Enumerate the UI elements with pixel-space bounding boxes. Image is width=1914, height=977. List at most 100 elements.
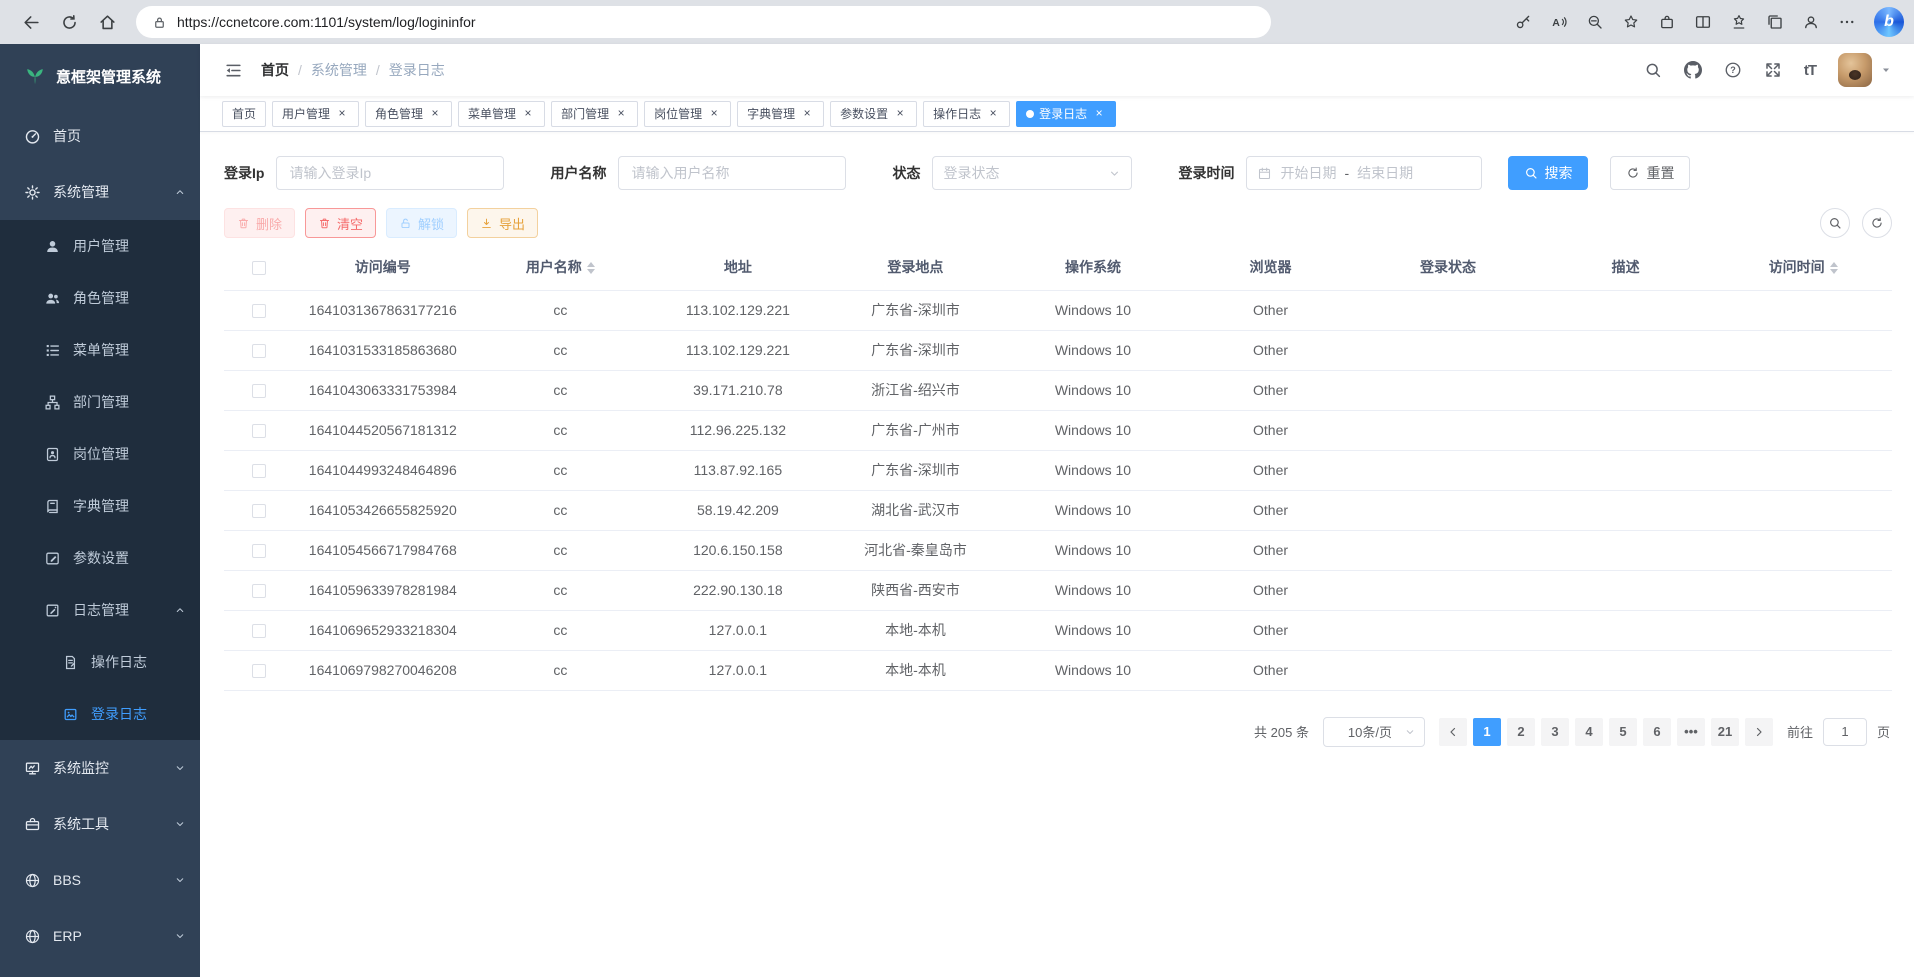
row-checkbox[interactable] <box>252 624 266 638</box>
page-number-button[interactable]: ••• <box>1677 718 1705 746</box>
page-number-button[interactable]: 3 <box>1541 718 1569 746</box>
table-column-header[interactable]: 地址 <box>649 244 827 290</box>
browser-toolbar-icon[interactable] <box>1794 5 1828 39</box>
browser-nav-icon[interactable] <box>14 5 48 39</box>
status-select[interactable]: 登录状态 <box>932 156 1132 190</box>
tab-close-icon[interactable] <box>800 107 814 121</box>
table-search-toggle-button[interactable] <box>1820 208 1850 238</box>
sidebar-item[interactable]: 菜单管理 <box>0 324 200 376</box>
sort-carets-icon[interactable] <box>587 262 595 274</box>
navbar-action-icon[interactable] <box>1724 61 1742 79</box>
row-checkbox[interactable] <box>252 544 266 558</box>
login-ip-input[interactable] <box>276 156 504 190</box>
table-column-header[interactable]: 用户名称 <box>472 244 650 290</box>
browser-toolbar-icon[interactable] <box>1830 5 1864 39</box>
tab-close-icon[interactable] <box>1092 107 1106 121</box>
table-row[interactable]: 1641069652933218304 cc 127.0.0.1 本地-本机 W… <box>224 610 1892 650</box>
page-number-button[interactable]: 6 <box>1643 718 1671 746</box>
toolbar-button[interactable]: 清空 <box>305 208 376 238</box>
browser-nav-icon[interactable] <box>52 5 86 39</box>
browser-toolbar-icon[interactable] <box>1758 5 1792 39</box>
sidebar-item[interactable]: 字典管理 <box>0 480 200 532</box>
page-number-button[interactable]: 21 <box>1711 718 1739 746</box>
sidebar-item[interactable]: BBS <box>0 852 200 908</box>
breadcrumb-item[interactable]: 首页/ <box>261 60 311 80</box>
page-number-button[interactable]: 4 <box>1575 718 1603 746</box>
toolbar-button[interactable]: 导出 <box>467 208 538 238</box>
browser-toolbar-icon[interactable] <box>1614 5 1648 39</box>
navbar-action-icon[interactable] <box>1684 61 1702 79</box>
browser-toolbar-icon[interactable] <box>1686 5 1720 39</box>
user-name-input[interactable] <box>618 156 846 190</box>
caret-down-icon[interactable] <box>1880 64 1892 76</box>
view-tab[interactable]: 操作日志 <box>923 101 1010 127</box>
row-checkbox[interactable] <box>252 464 266 478</box>
table-row[interactable]: 1641053426655825920 cc 58.19.42.209 湖北省-… <box>224 490 1892 530</box>
browser-toolbar-icon[interactable] <box>1506 5 1540 39</box>
table-row[interactable]: 1641054566717984768 cc 120.6.150.158 河北省… <box>224 530 1892 570</box>
sidebar-item[interactable]: 岗位管理 <box>0 428 200 480</box>
next-page-button[interactable] <box>1745 718 1773 746</box>
end-date-placeholder[interactable]: 结束日期 <box>1357 163 1413 183</box>
avatar[interactable] <box>1838 53 1872 87</box>
reset-button[interactable]: 重置 <box>1610 156 1690 190</box>
view-tab[interactable]: 部门管理 <box>551 101 638 127</box>
page-number-button[interactable]: 2 <box>1507 718 1535 746</box>
tab-close-icon[interactable] <box>521 107 535 121</box>
tab-close-icon[interactable] <box>428 107 442 121</box>
sidebar-item[interactable]: 角色管理 <box>0 272 200 324</box>
table-row[interactable]: 1641043063331753984 cc 39.171.210.78 浙江省… <box>224 370 1892 410</box>
sidebar-item[interactable]: ERP <box>0 908 200 964</box>
table-column-header[interactable]: 浏览器 <box>1182 244 1360 290</box>
select-all-checkbox[interactable] <box>252 261 266 275</box>
browser-nav-icon[interactable] <box>90 5 124 39</box>
browser-toolbar-icon[interactable] <box>1650 5 1684 39</box>
sidebar-item[interactable]: 用户管理 <box>0 220 200 272</box>
sidebar-item[interactable]: 日志管理 <box>0 584 200 636</box>
sidebar-item[interactable]: 登录日志 <box>0 688 200 740</box>
row-checkbox[interactable] <box>252 664 266 678</box>
navbar-action-icon[interactable] <box>1644 61 1662 79</box>
page-number-button[interactable]: 5 <box>1609 718 1637 746</box>
sidebar-item[interactable]: 部门管理 <box>0 376 200 428</box>
view-tab[interactable]: 首页 <box>222 101 266 127</box>
row-checkbox[interactable] <box>252 584 266 598</box>
table-row[interactable]: 1641031367863177216 cc 113.102.129.221 广… <box>224 290 1892 330</box>
page-number-button[interactable]: 1 <box>1473 718 1501 746</box>
browser-toolbar-icon[interactable] <box>1578 5 1612 39</box>
row-checkbox[interactable] <box>252 504 266 518</box>
tab-close-icon[interactable] <box>335 107 349 121</box>
font-size-icon[interactable]: tT <box>1804 62 1816 79</box>
table-row[interactable]: 1641069798270046208 cc 127.0.0.1 本地-本机 W… <box>224 650 1892 690</box>
view-tab[interactable]: 角色管理 <box>365 101 452 127</box>
table-row[interactable]: 1641059633978281984 cc 222.90.130.18 陕西省… <box>224 570 1892 610</box>
table-column-header[interactable]: 登录地点 <box>827 244 1005 290</box>
table-column-header[interactable]: 描述 <box>1537 244 1715 290</box>
sidebar-item[interactable]: 系统监控 <box>0 740 200 796</box>
toolbar-button[interactable]: 删除 <box>224 208 295 238</box>
table-row[interactable]: 1641031533185863680 cc 113.102.129.221 广… <box>224 330 1892 370</box>
url-text[interactable]: https://ccnetcore.com:1101/system/log/lo… <box>177 14 476 30</box>
tab-close-icon[interactable] <box>614 107 628 121</box>
sort-carets-icon[interactable] <box>1830 262 1838 274</box>
table-column-header[interactable]: 访问编号 <box>294 244 472 290</box>
start-date-placeholder[interactable]: 开始日期 <box>1280 163 1336 183</box>
page-size-select[interactable]: 10条/页 <box>1323 717 1425 747</box>
prev-page-button[interactable] <box>1439 718 1467 746</box>
toolbar-button[interactable]: 解锁 <box>386 208 457 238</box>
navbar-action-icon[interactable] <box>1764 61 1782 79</box>
table-refresh-button[interactable] <box>1862 208 1892 238</box>
sidebar-item[interactable]: Yi框架 <box>0 964 200 977</box>
sidebar-fold-icon[interactable] <box>224 61 243 80</box>
row-checkbox[interactable] <box>252 424 266 438</box>
view-tab[interactable]: 用户管理 <box>272 101 359 127</box>
table-column-header[interactable]: 登录状态 <box>1359 244 1537 290</box>
breadcrumb-item[interactable]: 登录日志 <box>389 60 445 80</box>
tab-close-icon[interactable] <box>986 107 1000 121</box>
view-tab[interactable]: 参数设置 <box>830 101 917 127</box>
sidebar-item[interactable]: 系统工具 <box>0 796 200 852</box>
bing-logo[interactable]: b <box>1874 7 1904 37</box>
view-tab[interactable]: 岗位管理 <box>644 101 731 127</box>
view-tab[interactable]: 菜单管理 <box>458 101 545 127</box>
row-checkbox[interactable] <box>252 304 266 318</box>
